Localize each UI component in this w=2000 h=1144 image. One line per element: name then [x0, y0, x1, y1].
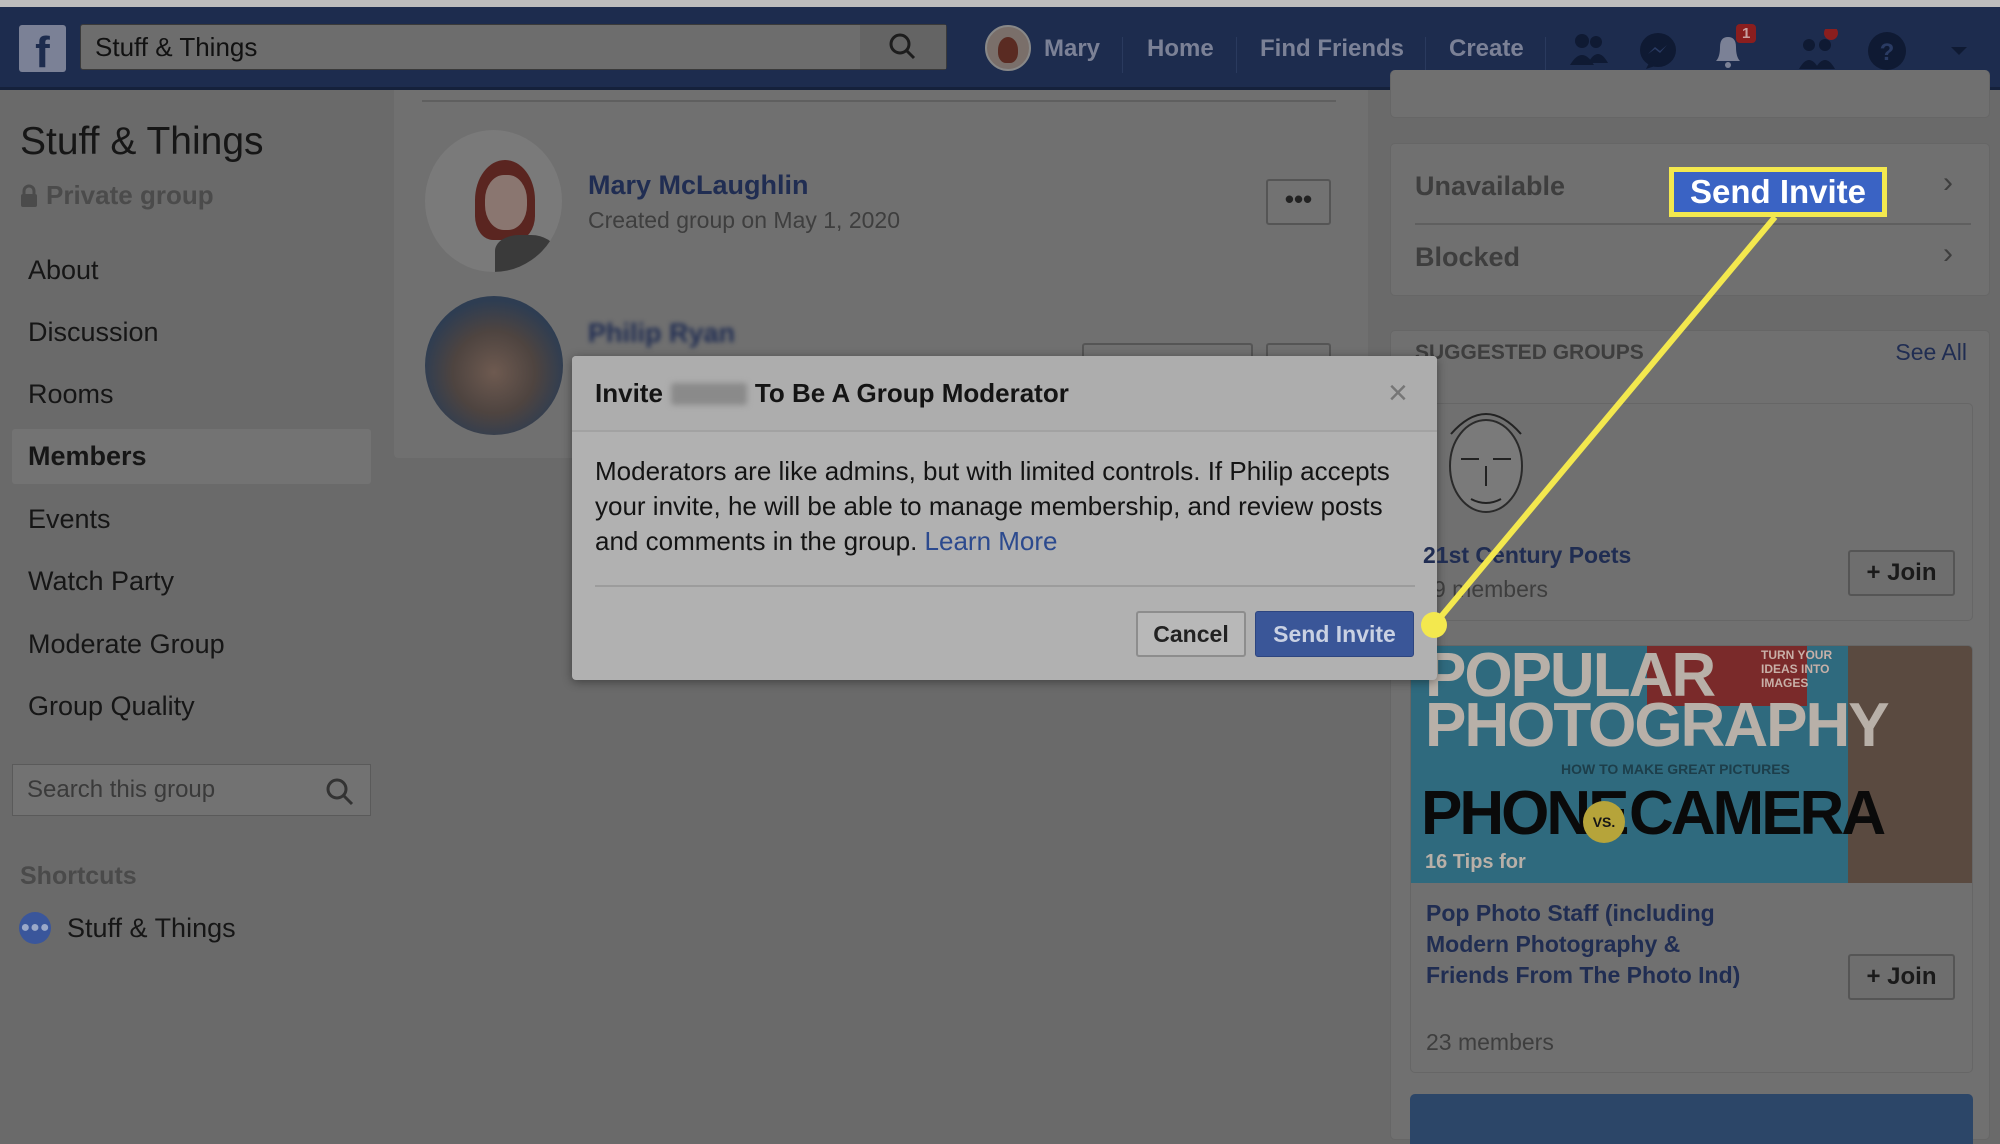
privacy-label: Private group	[20, 180, 214, 211]
group-search-input[interactable]	[13, 765, 313, 815]
caret-down-icon[interactable]	[1937, 29, 1981, 73]
annotation-callout: Send Invite	[1669, 167, 1887, 217]
notification-badge: 1	[1736, 24, 1757, 43]
divider	[422, 100, 1336, 102]
sidebar-item-members[interactable]: Members	[12, 429, 371, 484]
member-subtitle: Created group on May 1, 2020	[588, 207, 900, 233]
search-icon	[889, 33, 916, 60]
profile-link[interactable]: Mary	[1044, 35, 1100, 63]
close-icon[interactable]: ×	[1388, 374, 1408, 413]
shortcut-label: Stuff & Things	[67, 912, 236, 943]
sidebar-item-about[interactable]: About	[12, 243, 371, 298]
group-cover-image: POPULAR PHOTOGRAPHY HOW TO MAKE GREAT PI…	[1411, 646, 1972, 883]
divider	[595, 585, 1415, 587]
create-link[interactable]: Create	[1449, 35, 1524, 63]
member-name[interactable]: Mary McLaughlin	[588, 170, 809, 201]
group-search	[12, 764, 371, 816]
sidebar-item-rooms[interactable]: Rooms	[12, 367, 371, 422]
user-avatar[interactable]	[985, 25, 1031, 71]
suggested-groups-card: SUGGESTED GROUPS See All 21st Century Po…	[1390, 330, 1990, 1144]
blurred-name	[670, 382, 747, 405]
group-title[interactable]: Stuff & Things	[20, 120, 264, 164]
member-avatar[interactable]	[425, 296, 563, 435]
member-filters-card: Unavailable › Blocked ›	[1390, 143, 1990, 296]
facebook-logo[interactable]: f	[19, 25, 66, 72]
browser-strip	[0, 0, 2000, 7]
find-friends-link[interactable]: Find Friends	[1260, 35, 1404, 63]
divider	[1415, 223, 1971, 225]
join-button[interactable]: + Join	[1848, 954, 1955, 1000]
home-link[interactable]: Home	[1147, 35, 1214, 63]
lock-icon	[21, 184, 37, 207]
shortcuts-heading: Shortcuts	[20, 862, 137, 890]
see-all-link[interactable]: See All	[1895, 339, 1967, 366]
chevron-right-icon[interactable]: ›	[1943, 166, 1953, 200]
divider	[1425, 37, 1426, 73]
join-button[interactable]: + Join	[1848, 550, 1955, 596]
divider	[1545, 37, 1546, 73]
privacy-text: Private group	[46, 180, 214, 210]
group-members-count: 9 members	[1433, 576, 1549, 602]
learn-more-link[interactable]: Learn More	[925, 526, 1058, 556]
shortcut-item[interactable]: ●●● Stuff & Things	[19, 912, 236, 944]
send-invite-button[interactable]: Send Invite	[1255, 611, 1414, 657]
group-suggestion-cover	[1410, 1094, 1973, 1144]
cancel-button[interactable]: Cancel	[1136, 611, 1246, 657]
chevron-right-icon[interactable]: ›	[1943, 237, 1953, 271]
dialog-header: Invite To Be A Group Moderator ×	[572, 356, 1437, 432]
member-name-blurred[interactable]: Philip Ryan	[588, 318, 735, 349]
sidebar-item-group-quality[interactable]: Group Quality	[12, 679, 371, 734]
group-name[interactable]: Pop Photo Staff (including Modern Photog…	[1426, 898, 1746, 991]
member-avatar[interactable]	[425, 130, 562, 272]
sidebar-item-events[interactable]: Events	[12, 492, 371, 547]
divider	[1122, 37, 1123, 73]
dialog-body: Moderators are like admins, but with lim…	[595, 454, 1415, 559]
group-members-count: 23 members	[1426, 1029, 1554, 1055]
messenger-icon[interactable]	[1636, 29, 1680, 73]
search-button[interactable]	[860, 25, 946, 69]
group-icon: ●●●	[19, 912, 51, 944]
more-options-button[interactable]: •••	[1266, 179, 1331, 225]
help-icon[interactable]: ?	[1865, 29, 1909, 73]
global-search-input[interactable]	[81, 25, 861, 69]
sidebar-item-discussion[interactable]: Discussion	[12, 305, 371, 360]
moderator-invite-dialog: Invite To Be A Group Moderator × Moderato…	[572, 356, 1437, 680]
group-cover-sketch	[1449, 413, 1523, 513]
unavailable-row[interactable]: Unavailable	[1415, 171, 1565, 202]
sidebar-item-watch-party[interactable]: Watch Party	[12, 554, 371, 609]
blocked-row[interactable]: Blocked	[1415, 242, 1520, 273]
global-search	[80, 24, 947, 70]
top-card	[1390, 70, 1990, 118]
svg-text:?: ?	[1880, 39, 1895, 66]
divider	[1236, 37, 1237, 73]
group-suggestion[interactable]: 21st Century Poets 9 members + Join	[1410, 403, 1973, 621]
group-suggestion[interactable]: POPULAR PHOTOGRAPHY HOW TO MAKE GREAT PI…	[1410, 645, 1973, 1073]
people-icon[interactable]	[1795, 29, 1839, 73]
friends-icon[interactable]	[1566, 29, 1610, 73]
group-name[interactable]: 21st Century Poets	[1423, 540, 1631, 571]
sidebar-item-moderate-group[interactable]: Moderate Group	[12, 617, 371, 672]
suggested-groups-heading: SUGGESTED GROUPS	[1415, 341, 1644, 364]
dialog-title: Invite To Be A Group Moderator	[595, 378, 1069, 408]
search-icon[interactable]	[325, 777, 355, 807]
